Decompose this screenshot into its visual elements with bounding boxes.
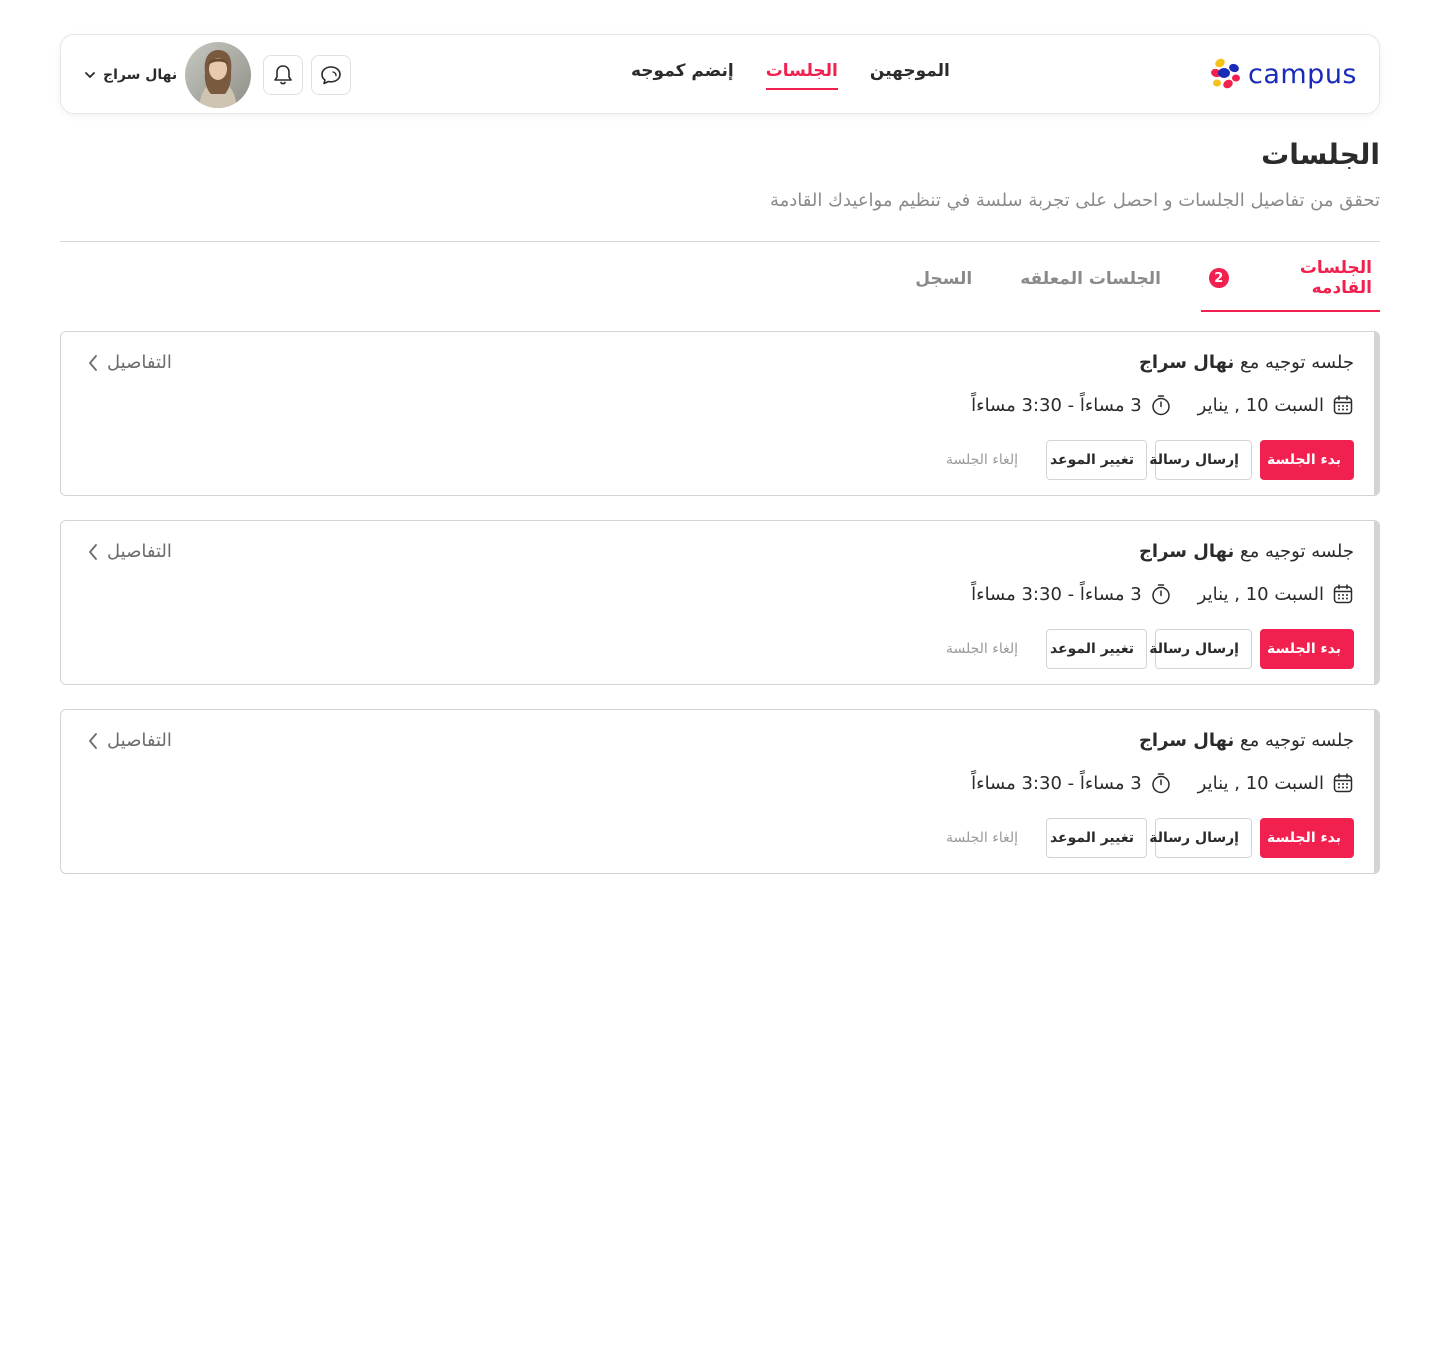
chevron-down-icon: [85, 72, 95, 78]
chevron-left-icon: [89, 354, 97, 371]
session-actions: بدء الجلسة إرسال رسالة تغيير الموعد إلغا…: [946, 818, 1354, 858]
page-title: الجلسات: [1261, 138, 1380, 171]
campus-logo[interactable]: campus: [1210, 55, 1357, 93]
session-time: 3 مساءاً - 3:30 مساءاً: [971, 772, 1172, 794]
timer-icon: [1151, 584, 1170, 605]
page-subtitle: تحقق من تفاصيل الجلسات و احصل على تجربة …: [770, 190, 1380, 211]
mentor-name: نهال سراج: [1138, 730, 1235, 751]
session-actions: بدء الجلسة إرسال رسالة تغيير الموعد إلغا…: [946, 629, 1354, 669]
calendar-icon: [1333, 773, 1353, 793]
start-session-button[interactable]: بدء الجلسة: [1260, 440, 1354, 480]
send-message-button[interactable]: إرسال رسالة: [1149, 440, 1252, 480]
chat-button[interactable]: [311, 55, 352, 95]
user-menu-toggle[interactable]: نهال سراج: [83, 67, 177, 83]
start-session-button[interactable]: بدء الجلسة: [1260, 818, 1354, 858]
session-time: 3 مساءاً - 3:30 مساءاً: [971, 394, 1172, 416]
bell-icon: [274, 65, 292, 85]
cancel-session-button[interactable]: إلغاء الجلسة: [946, 818, 1030, 858]
reschedule-button[interactable]: تغيير الموعد: [1046, 818, 1147, 858]
chevron-left-icon: [89, 732, 97, 749]
cancel-session-button[interactable]: إلغاء الجلسة: [946, 440, 1030, 480]
tab-pending-sessions[interactable]: الجلسات المعلقه: [1020, 258, 1161, 312]
session-meta: السبت 10 , يناير 3 مساءاً - 3:30 مساءاً: [971, 583, 1354, 605]
calendar-icon: [1333, 395, 1353, 415]
mentor-name: نهال سراج: [1138, 352, 1235, 373]
send-message-button[interactable]: إرسال رسالة: [1149, 818, 1252, 858]
session-title: جلسه توجيه مع نهال سراج: [1139, 541, 1354, 562]
session-date: السبت 10 , يناير: [1198, 394, 1354, 416]
session-time-text: 3 مساءاً - 3:30 مساءاً: [971, 394, 1142, 416]
header-divider: [60, 241, 1380, 242]
nav-item-sessions[interactable]: الجلسات: [765, 61, 838, 90]
campus-logo-text: campus: [1247, 58, 1357, 90]
session-title: جلسه توجيه مع نهال سراج: [1139, 730, 1354, 751]
tab-label: الجلسات المعلقه: [1020, 269, 1161, 289]
session-meta: السبت 10 , يناير 3 مساءاً - 3:30 مساءاً: [971, 772, 1354, 794]
user-name: نهال سراج: [103, 67, 178, 83]
session-time-text: 3 مساءاً - 3:30 مساءاً: [971, 772, 1142, 794]
notifications-button[interactable]: [263, 55, 304, 95]
reschedule-button[interactable]: تغيير الموعد: [1046, 440, 1147, 480]
main-nav: الموجهين الجلسات إنضم كموجه: [631, 61, 950, 90]
session-title-prefix: جلسه توجيه مع: [1240, 541, 1354, 562]
tab-label: الجلسات القادمه: [1299, 258, 1372, 298]
reschedule-button[interactable]: تغيير الموعد: [1046, 629, 1147, 669]
calendar-icon: [1333, 584, 1353, 604]
session-tabs: الجلسات القادمه 2 الجلسات المعلقه السجل: [915, 258, 1380, 312]
count-badge: 2: [1209, 268, 1229, 288]
chevron-left-icon: [89, 543, 97, 560]
session-time: 3 مساءاً - 3:30 مساءاً: [971, 583, 1172, 605]
mentor-name: نهال سراج: [1138, 541, 1235, 562]
session-date: السبت 10 , يناير: [1198, 772, 1354, 794]
session-actions: بدء الجلسة إرسال رسالة تغيير الموعد إلغا…: [946, 440, 1354, 480]
session-date-text: السبت 10 , يناير: [1197, 772, 1324, 794]
details-link[interactable]: التفاصيل: [87, 352, 172, 373]
details-label: التفاصيل: [107, 352, 172, 373]
details-label: التفاصيل: [107, 730, 172, 751]
chat-icon: [321, 66, 341, 85]
details-link[interactable]: التفاصيل: [87, 541, 172, 562]
session-date: السبت 10 , يناير: [1198, 583, 1354, 605]
nav-item-join-as-mentor[interactable]: إنضم كموجه: [631, 61, 734, 90]
session-time-text: 3 مساءاً - 3:30 مساءاً: [971, 583, 1142, 605]
details-link[interactable]: التفاصيل: [87, 730, 172, 751]
session-card: جلسه توجيه مع نهال سراج التفاصيل السبت 1…: [60, 331, 1380, 496]
user-area: نهال سراج: [83, 42, 352, 108]
session-card: جلسه توجيه مع نهال سراج التفاصيل السبت 1…: [60, 520, 1380, 685]
nav-item-mentors[interactable]: الموجهين: [870, 61, 950, 90]
campus-logo-mark-icon: [1211, 58, 1240, 89]
session-title-prefix: جلسه توجيه مع: [1240, 730, 1354, 751]
session-title: جلسه توجيه مع نهال سراج: [1139, 352, 1354, 373]
tab-label: السجل: [915, 269, 973, 289]
tab-history[interactable]: السجل: [915, 258, 972, 312]
start-session-button[interactable]: بدء الجلسة: [1260, 629, 1354, 669]
session-date-text: السبت 10 , يناير: [1197, 583, 1324, 605]
top-navigation-bar: campus الموجهين الجلسات إنضم كموجه نهال …: [60, 34, 1380, 114]
details-label: التفاصيل: [107, 541, 172, 562]
session-title-prefix: جلسه توجيه مع: [1240, 352, 1354, 373]
session-meta: السبت 10 , يناير 3 مساءاً - 3:30 مساءاً: [971, 394, 1354, 416]
tab-upcoming-sessions[interactable]: الجلسات القادمه 2: [1201, 258, 1380, 312]
session-date-text: السبت 10 , يناير: [1197, 394, 1324, 416]
send-message-button[interactable]: إرسال رسالة: [1149, 629, 1252, 669]
timer-icon: [1151, 395, 1170, 416]
timer-icon: [1151, 773, 1170, 794]
cancel-session-button[interactable]: إلغاء الجلسة: [946, 629, 1030, 669]
avatar[interactable]: [185, 42, 252, 108]
session-card: جلسه توجيه مع نهال سراج التفاصيل السبت 1…: [60, 709, 1380, 874]
